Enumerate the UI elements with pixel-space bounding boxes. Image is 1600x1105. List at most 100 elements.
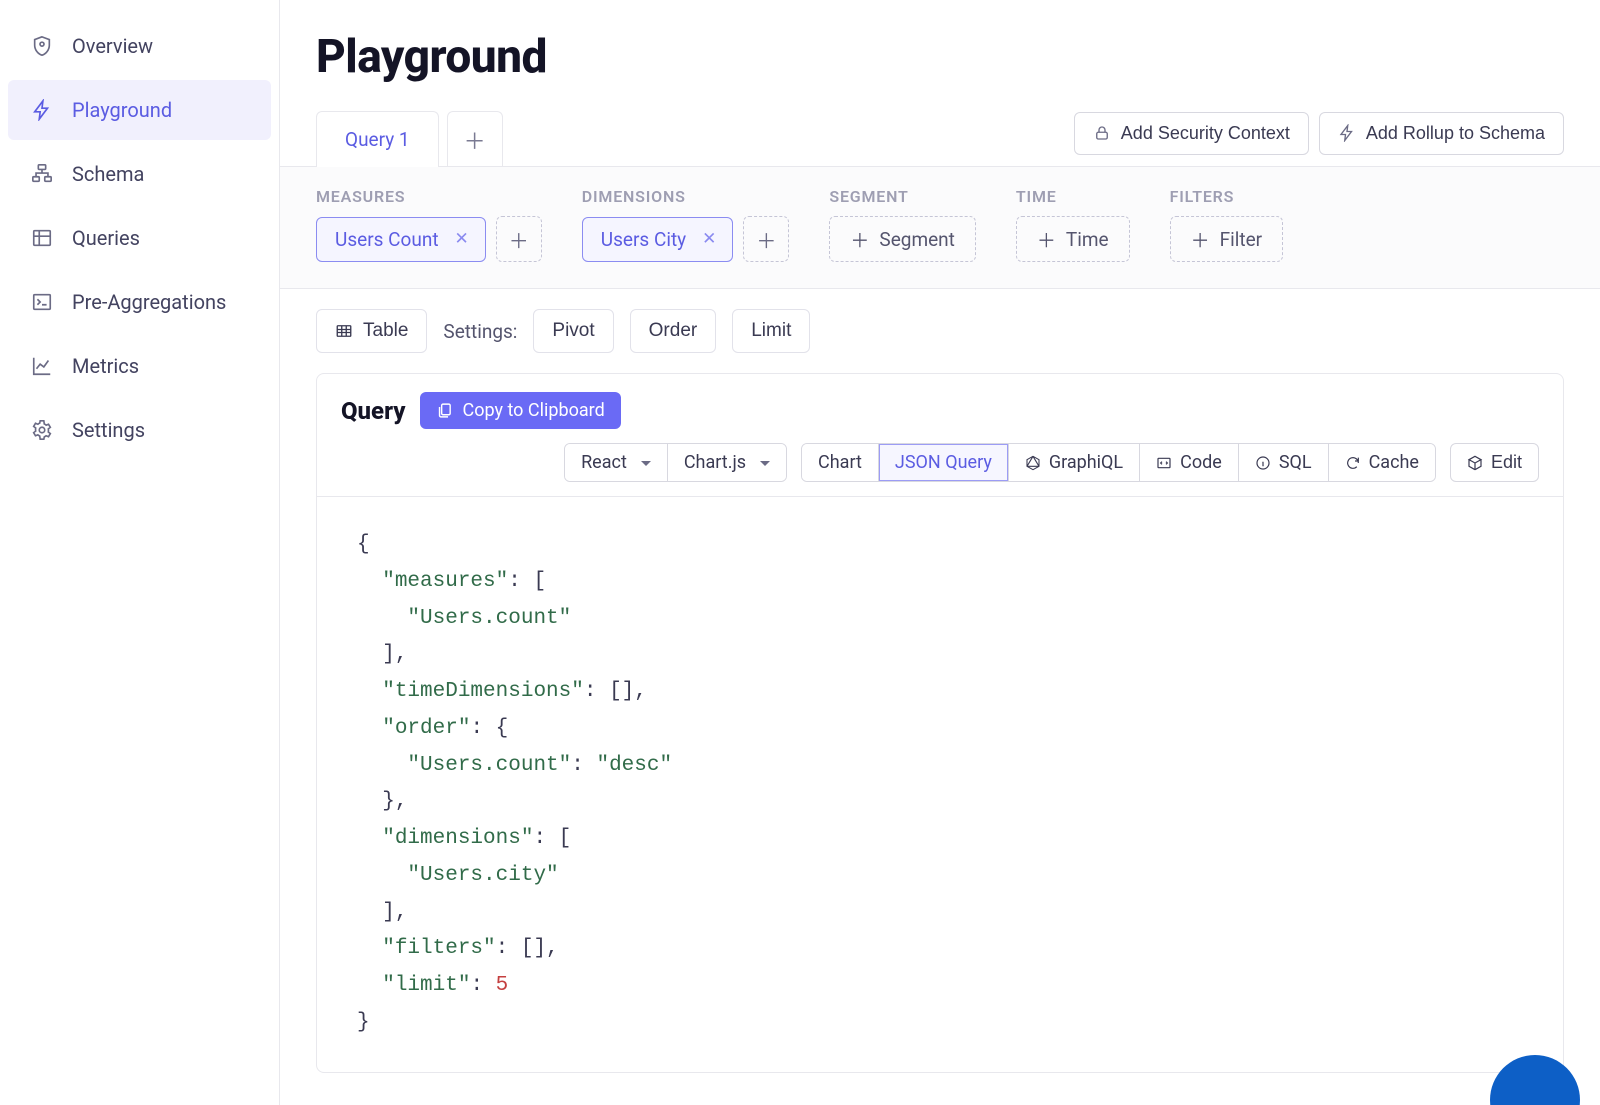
cube-icon [1467,455,1483,471]
sidebar: Overview Playground Schema Queries Pre-A… [0,0,280,1105]
sidebar-item-schema[interactable]: Schema [8,144,271,204]
time-column: TIME ＋ Time [1016,187,1130,262]
order-button[interactable]: Order [630,309,717,353]
info-icon [1255,455,1271,471]
button-label: Copy to Clipboard [463,400,605,421]
add-measure-button[interactable]: ＋ [496,216,542,262]
add-label: Filter [1220,228,1262,251]
tabs-row: Query 1 ＋ Add Security Context Add Rollu… [316,110,1564,166]
add-time-button[interactable]: ＋ Time [1016,216,1130,262]
framework-select-group: React Chart.js [564,443,787,482]
chip-label: Users City [601,228,686,251]
query-title: Query [341,397,406,425]
limit-button[interactable]: Limit [732,309,810,353]
chart-icon [30,354,54,378]
dimensions-label: DIMENSIONS [582,187,790,206]
measure-chip[interactable]: Users Count ✕ [316,217,486,262]
code-tab[interactable]: Code [1139,444,1238,481]
add-dimension-button[interactable]: ＋ [743,216,789,262]
page-title: Playground [316,30,1564,84]
query-actions: React Chart.js Chart JSON Query GraphiQL… [317,443,1563,497]
table-icon [335,322,353,340]
add-rollup-button[interactable]: Add Rollup to Schema [1319,112,1564,155]
query-builder: MEASURES Users Count ✕ ＋ DIMENSIONS User… [280,167,1600,289]
chart-tab[interactable]: Chart [802,444,878,481]
sidebar-item-label: Schema [72,162,144,186]
sidebar-item-playground[interactable]: Playground [8,80,271,140]
pivot-button[interactable]: Pivot [533,309,613,353]
sidebar-item-label: Settings [72,418,145,442]
view-mode-group: Chart JSON Query GraphiQL Code SQL Cache [801,443,1436,482]
segment-column: SEGMENT ＋ Segment [829,187,976,262]
sidebar-item-overview[interactable]: Overview [8,16,271,76]
plus-icon: ＋ [756,225,776,254]
plus-icon: ＋ [1037,226,1056,253]
plus-icon: ＋ [1191,226,1210,253]
cache-tab[interactable]: Cache [1328,444,1435,481]
sidebar-item-label: Queries [72,226,140,250]
chartlib-select[interactable]: Chart.js [667,444,786,481]
plus-icon: ＋ [509,225,529,254]
sidebar-item-label: Pre-Aggregations [72,290,226,314]
chip-label: Users Count [335,228,439,251]
add-tab-button[interactable]: ＋ [447,111,503,167]
sidebar-item-label: Overview [72,34,153,58]
filters-label: FILTERS [1170,187,1284,206]
dimensions-column: DIMENSIONS Users City ✕ ＋ [582,187,790,262]
measures-label: MEASURES [316,187,542,206]
plus-icon: ＋ [464,124,486,156]
add-filter-button[interactable]: ＋ Filter [1170,216,1284,262]
graphql-icon [1025,455,1041,471]
top-actions: Add Security Context Add Rollup to Schem… [1074,112,1564,155]
sidebar-item-label: Metrics [72,354,139,378]
tabs: Query 1 ＋ [316,110,503,166]
add-security-context-button[interactable]: Add Security Context [1074,112,1309,155]
button-label: Add Rollup to Schema [1366,123,1545,144]
sidebar-item-metrics[interactable]: Metrics [8,336,271,396]
chip-remove-icon[interactable]: ✕ [451,229,473,249]
shield-icon [30,34,54,58]
bolt-icon [1338,124,1356,142]
query-head: Query Copy to Clipboard [317,374,1563,443]
code-icon [1156,455,1172,471]
tab-query-1[interactable]: Query 1 [316,111,439,167]
json-query-tab[interactable]: JSON Query [878,444,1008,481]
view-toolbar: Table Settings: Pivot Order Limit [280,289,1600,373]
gear-icon [30,418,54,442]
table-view-button[interactable]: Table [316,309,427,353]
button-label: Table [363,320,408,342]
bolt-icon [30,98,54,122]
plus-icon: ＋ [850,226,869,253]
refresh-icon [1345,455,1361,471]
settings-label: Settings: [443,320,517,343]
json-query-code: { "measures": [ "Users.count" ], "timeDi… [317,497,1563,1072]
sql-tab[interactable]: SQL [1238,444,1328,481]
add-label: Time [1066,228,1109,251]
segment-label: SEGMENT [829,187,976,206]
header: Playground Query 1 ＋ Add Security Contex… [280,0,1600,167]
schema-icon [30,162,54,186]
sidebar-item-preaggregations[interactable]: Pre-Aggregations [8,272,271,332]
chip-remove-icon[interactable]: ✕ [698,229,720,249]
add-segment-button[interactable]: ＋ Segment [829,216,976,262]
button-label: Edit [1491,452,1522,473]
table-icon [30,226,54,250]
time-label: TIME [1016,187,1130,206]
filters-column: FILTERS ＋ Filter [1170,187,1284,262]
add-label: Segment [879,228,954,251]
sidebar-item-settings[interactable]: Settings [8,400,271,460]
clipboard-icon [436,402,453,419]
framework-select[interactable]: React [565,444,667,481]
dimension-chip[interactable]: Users City ✕ [582,217,734,262]
graphiql-tab[interactable]: GraphiQL [1008,444,1139,481]
edit-button[interactable]: Edit [1450,443,1539,482]
sidebar-item-queries[interactable]: Queries [8,208,271,268]
copy-to-clipboard-button[interactable]: Copy to Clipboard [420,392,621,429]
lock-icon [1093,124,1111,142]
measures-column: MEASURES Users Count ✕ ＋ [316,187,542,262]
button-label: Add Security Context [1121,123,1290,144]
query-card: Query Copy to Clipboard React Chart.js C… [316,373,1564,1073]
sidebar-item-label: Playground [72,98,172,122]
main: Playground Query 1 ＋ Add Security Contex… [280,0,1600,1105]
terminal-icon [30,290,54,314]
